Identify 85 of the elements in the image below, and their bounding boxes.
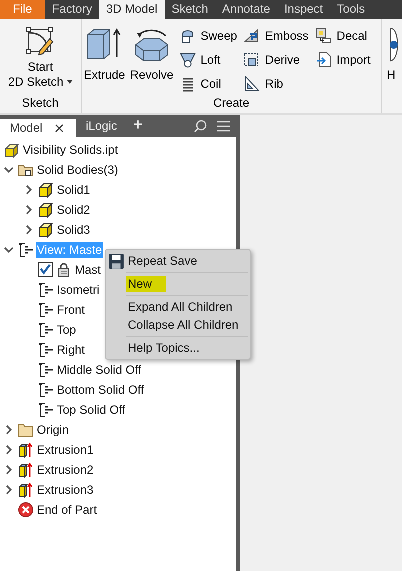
checkbox[interactable] — [38, 262, 53, 277]
extrude-button[interactable]: Extrude — [82, 19, 128, 95]
tree-item[interactable]: Visibility Solids.ipt — [22, 142, 120, 158]
chevron-icon[interactable] — [24, 225, 34, 235]
tree-item[interactable]: Extrusion2 — [36, 462, 95, 478]
part-icon — [4, 142, 20, 158]
view-rep-icon — [38, 362, 54, 378]
sweep-icon — [180, 28, 196, 44]
view-rep-icon — [38, 322, 54, 338]
tree-item[interactable]: Extrusion3 — [36, 482, 95, 498]
sketch-icon — [24, 25, 56, 57]
ribbon-tab[interactable]: Tools — [330, 0, 372, 19]
rib-button[interactable]: Rib — [244, 74, 309, 94]
tree-item[interactable]: Solid1 — [56, 182, 92, 198]
tree-item[interactable]: Top — [56, 322, 78, 338]
menu-item[interactable]: Repeat Save — [126, 253, 200, 269]
chevron-icon[interactable] — [4, 445, 14, 455]
ribbon-tab[interactable]: 3D Model — [99, 0, 165, 19]
tree-item[interactable]: End of Part — [36, 502, 98, 518]
emboss-button[interactable]: Emboss — [244, 26, 309, 46]
tree-item[interactable]: Origin — [36, 422, 70, 438]
decal-button[interactable]: Decal — [316, 26, 371, 46]
tree-item[interactable]: Top Solid Off — [56, 402, 126, 418]
tree-item[interactable]: Isometri — [56, 282, 101, 298]
close-icon[interactable] — [54, 124, 64, 132]
ribbon-tab[interactable]: Annotate — [215, 0, 278, 19]
chevron-icon[interactable] — [4, 245, 14, 255]
coil-button[interactable]: Coil — [180, 74, 238, 94]
end-of-part-icon — [18, 502, 34, 518]
extrusion-icon — [18, 482, 34, 498]
view-rep-icon — [38, 382, 54, 398]
menu-item[interactable]: Expand All Children — [126, 299, 235, 315]
folder-icon — [18, 422, 34, 438]
chevron-icon[interactable] — [4, 485, 14, 495]
view-rep-icon — [18, 242, 34, 258]
import-button[interactable]: Import — [316, 50, 371, 70]
decal-icon — [316, 28, 332, 44]
ribbon-tab[interactable]: Factory — [45, 0, 100, 19]
tree-item[interactable]: Solid3 — [56, 222, 92, 238]
menu-item[interactable]: Collapse All Children — [126, 317, 241, 333]
lock-icon — [56, 262, 72, 278]
tree-item[interactable]: Solid2 — [56, 202, 92, 218]
import-icon — [316, 52, 332, 68]
floppy-icon — [108, 252, 124, 270]
tree-item[interactable]: Extrusion1 — [36, 442, 95, 458]
browser-tab[interactable]: iLogic — [76, 115, 130, 137]
menu-item[interactable]: Help Topics... — [126, 340, 202, 356]
derive-button[interactable]: Derive — [244, 50, 309, 70]
solid-icon — [38, 222, 54, 238]
ribbon-group-label: Sketch — [21, 95, 60, 112]
view-rep-icon — [38, 282, 54, 298]
loft-icon — [180, 52, 196, 68]
tree-item[interactable]: Front — [56, 302, 86, 318]
revolve-button[interactable]: Revolve — [128, 19, 176, 95]
menu-icon[interactable] — [217, 120, 230, 132]
search-icon[interactable] — [194, 120, 207, 132]
view-rep-icon — [38, 402, 54, 418]
sketch-button[interactable]: Start 2D Sketch — [6, 19, 75, 95]
hole-button[interactable]: H — [387, 19, 399, 113]
derive-icon — [244, 52, 260, 68]
ribbon-tab[interactable]: Sketch — [164, 0, 216, 19]
tree-item[interactable]: Middle Solid Off — [56, 362, 142, 378]
menu-item[interactable]: New — [126, 276, 166, 292]
emboss-icon — [244, 28, 260, 44]
tree-item[interactable]: Solid Bodies(3) — [36, 162, 120, 178]
extrusion-icon — [18, 442, 34, 458]
extrusion-icon — [18, 462, 34, 478]
tree-item[interactable]: Right — [56, 342, 86, 358]
view-rep-icon — [38, 302, 54, 318]
ribbon-tab[interactable]: Inspect — [277, 0, 330, 19]
loft-button[interactable]: Loft — [180, 50, 238, 70]
ribbon-group-label: Create — [212, 95, 251, 112]
chevron-icon[interactable] — [4, 165, 14, 175]
solid-icon — [38, 182, 54, 198]
chevron-icon[interactable] — [4, 465, 14, 475]
sweep-button[interactable]: Sweep — [180, 26, 238, 46]
rib-icon — [244, 76, 260, 92]
chevron-icon[interactable] — [24, 185, 34, 195]
chevron-icon[interactable] — [4, 425, 14, 435]
add-tab-button[interactable]: + — [127, 117, 149, 135]
chevron-icon[interactable] — [24, 205, 34, 215]
view-rep-icon — [38, 342, 54, 358]
tree-item[interactable]: Bottom Solid Off — [56, 382, 146, 398]
solid-icon — [38, 202, 54, 218]
tree-item[interactable]: Mast — [74, 262, 102, 278]
